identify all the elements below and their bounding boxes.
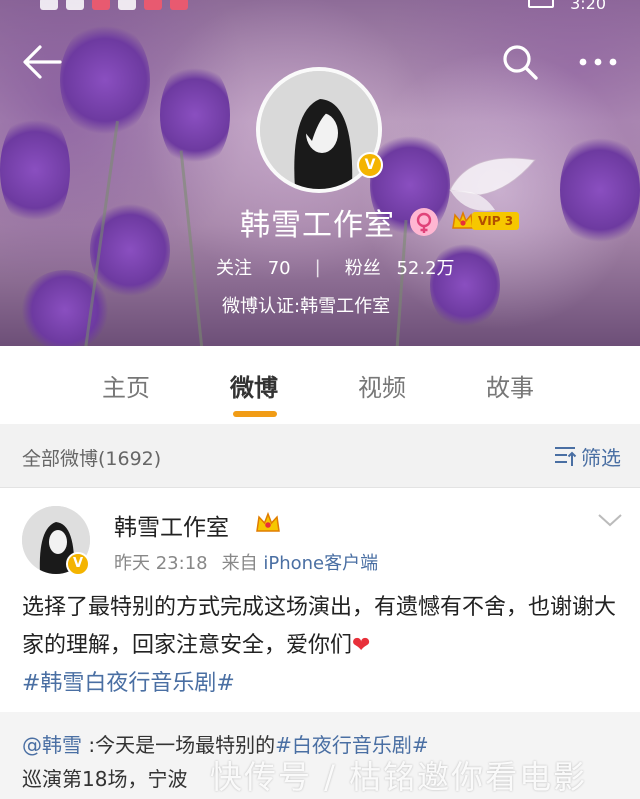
verified-badge-icon: V — [66, 552, 90, 576]
app-notification-icon — [170, 0, 188, 10]
followers-count: 52.2万 — [396, 258, 455, 279]
tab-video[interactable]: 视频 — [358, 368, 406, 403]
stats-separator: | — [314, 256, 321, 278]
verified-badge-icon: V — [357, 152, 383, 178]
back-button[interactable] — [20, 42, 64, 82]
profile-stats: 关注 70 | 粉丝 52.2万 — [216, 254, 455, 280]
more-dots-icon — [579, 58, 617, 66]
post-card: V 韩雪工作室 昨天 23:18 来自 iPhone客户端 选择了最特别的方式完成… — [0, 488, 640, 712]
vip-crown-icon — [256, 511, 280, 532]
battery-icon — [528, 0, 554, 8]
vip-badge[interactable]: VIP 3 — [450, 208, 520, 234]
repost-text-part2: 巡演第18场，宁波 — [22, 767, 188, 791]
wifi-icon — [66, 0, 84, 10]
background-flower — [20, 270, 110, 346]
back-arrow-icon — [23, 45, 62, 79]
post-source[interactable]: iPhone客户端 — [263, 553, 378, 574]
female-gender-icon — [410, 208, 438, 236]
post-author[interactable]: 韩雪工作室 — [114, 508, 229, 542]
search-button[interactable] — [500, 42, 540, 82]
verification-text: 微博认证:韩雪工作室 — [222, 296, 391, 317]
profile-header: 3:20 V 韩雪工作室 VIP 3 关注 70 | 粉丝 52.2万 微博认证… — [0, 0, 640, 346]
post-from-label: 来自 — [221, 553, 258, 574]
app-notification-icon — [92, 0, 110, 10]
post-hashtag[interactable]: #韩雪白夜行音乐剧# — [22, 671, 235, 696]
following-label: 关注 — [216, 258, 252, 279]
status-bar: 3:20 — [0, 0, 640, 13]
all-posts-count: 全部微博(1692) — [22, 448, 162, 470]
search-icon — [503, 45, 538, 80]
status-time: 3:20 — [570, 0, 606, 13]
active-tab-indicator — [233, 411, 277, 417]
tab-weibo[interactable]: 微博 — [230, 368, 278, 403]
status-icons — [40, 0, 220, 10]
profile-name: 韩雪工作室 — [240, 208, 395, 243]
repost-mention[interactable]: @韩雪 — [22, 733, 82, 757]
following-link[interactable]: 关注 70 — [216, 254, 291, 280]
more-button[interactable] — [574, 46, 622, 78]
followers-label: 粉丝 — [344, 258, 381, 279]
chevron-down-icon[interactable] — [596, 510, 624, 530]
following-count: 70 — [267, 258, 291, 279]
background-flower — [60, 20, 150, 140]
background-stem — [179, 150, 204, 346]
app-notification-icon — [118, 0, 136, 10]
background-flower — [0, 110, 70, 230]
background-flower — [560, 130, 640, 250]
filter-icon — [555, 447, 577, 466]
post-time: 昨天 23:18 — [114, 553, 208, 574]
post-body: 选择了最特别的方式完成这场演出，有遗憾有不舍，也谢谢大家的理解，回家注意安全，爱… — [22, 589, 622, 703]
watermark: 快传号 / 枯铭邀你看电影 — [210, 758, 588, 796]
signal-icon — [40, 0, 58, 10]
background-flower — [160, 60, 230, 170]
tab-home[interactable]: 主页 — [102, 368, 150, 403]
filter-button[interactable]: 筛选 — [553, 442, 621, 470]
followers-link[interactable]: 粉丝 52.2万 — [345, 254, 455, 280]
tab-stories[interactable]: 故事 — [486, 368, 534, 403]
vip-level-label: VIP 3 — [472, 212, 520, 230]
profile-tabs: 主页 微博 视频 故事 — [0, 346, 640, 424]
post-meta: 昨天 23:18 来自 iPhone客户端 — [114, 549, 378, 575]
post-text: 选择了最特别的方式完成这场演出，有遗憾有不舍，也谢谢大家的理解，回家注意安全，爱… — [22, 595, 617, 658]
heart-emoji-icon: ❤ — [352, 633, 371, 658]
app-notification-icon — [144, 0, 162, 10]
filter-bar: 全部微博(1692) 筛选 — [0, 424, 640, 488]
filter-button-label: 筛选 — [581, 445, 621, 470]
